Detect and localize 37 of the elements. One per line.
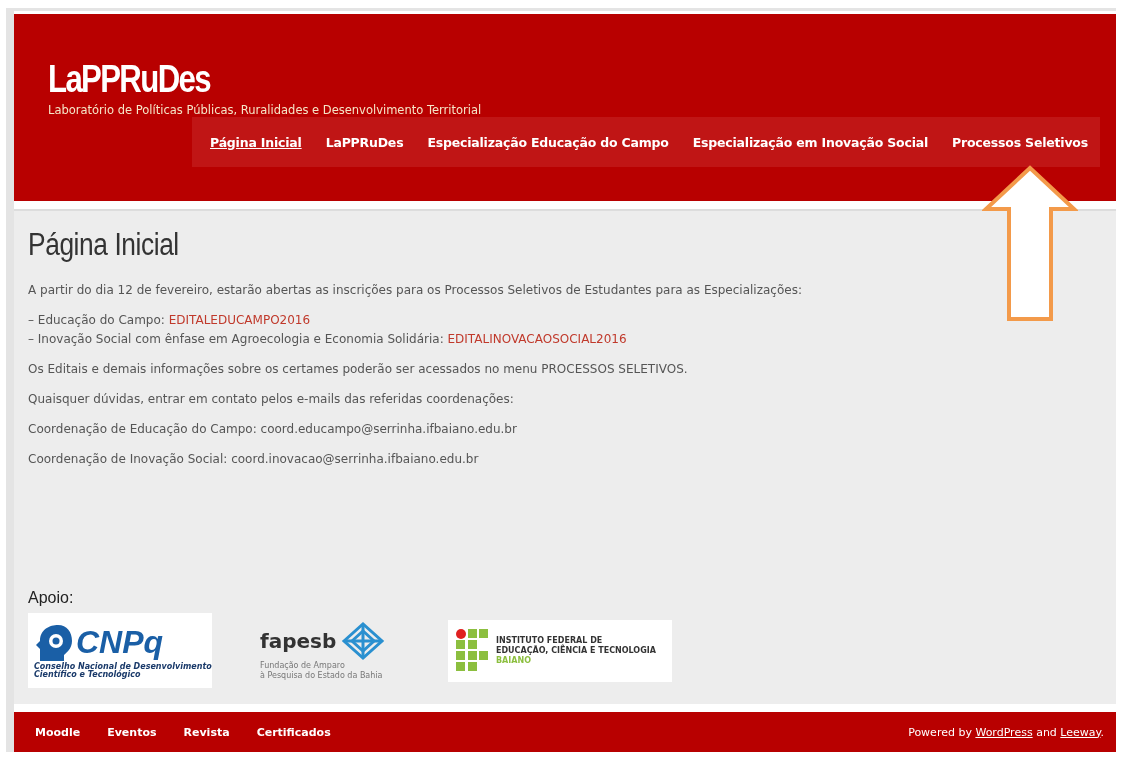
logo-caption: EDUCAÇÃO, CIÊNCIA E TECNOLOGIA <box>496 645 656 656</box>
logo-caption: Fundação de Amparo <box>260 660 345 671</box>
paragraph: – Educação do Campo: EDITALEDUCAMPO2016 <box>28 312 312 329</box>
logo-caption: Conselho Nacional de Desenvolvimento <box>34 662 212 671</box>
paragraph: Coordenação de Educação do Campo: coord.educampo@serrinha.ifbaiano.edu.br <box>28 421 518 438</box>
site-title[interactable]: LaPPRuDes <box>48 58 210 101</box>
logo-name: fapesb <box>260 628 337 653</box>
nav-link[interactable]: Processos Seletivos <box>940 134 1100 150</box>
logo-caption: à Pesquisa do Estado da Bahia <box>260 670 383 681</box>
head-icon <box>34 622 74 663</box>
nav-link[interactable]: Página Inicial <box>198 134 314 150</box>
logo-name: CNPq <box>76 624 164 661</box>
grid-icon <box>456 628 488 673</box>
document-link[interactable]: EDITALEDUCAMPO2016 <box>168 313 311 327</box>
footer-link[interactable]: Eventos <box>107 725 157 739</box>
logo-caption: BAIANO <box>496 655 532 666</box>
page-heading: Página Inicial <box>28 227 180 263</box>
paragraph: Os Editais e demais informações sobre os certames poderão ser acessados no menu PROCESSOS SELETIVOS. <box>28 361 689 378</box>
support-label: Apoio: <box>28 589 75 607</box>
logo-caption: Científico e Tecnológico <box>34 670 141 679</box>
nav-link[interactable]: LaPPRuDes <box>313 134 416 150</box>
credit-text: Powered by WordPress and Leeway. <box>908 725 1104 739</box>
logo-caption: INSTITUTO FEDERAL DE <box>496 635 604 645</box>
lattice-icon <box>340 620 387 661</box>
paragraph: Coordenação de Inovação Social: coord.inovacao@serrinha.ifbaiano.edu.br <box>28 451 480 468</box>
nav-link[interactable]: Especialização em Inovação Social <box>680 134 941 150</box>
credit-link[interactable]: Leeway <box>1060 725 1101 739</box>
paragraph: – Inovação Social com ênfase em Agroecologia e Economia Solidária: EDITALINOVACAOSOCIAL2016 <box>28 331 628 348</box>
footer-link[interactable]: Certificados <box>256 725 331 739</box>
footer-link[interactable]: Moodle <box>35 725 81 739</box>
document-link[interactable]: EDITALINOVACAOSOCIAL2016 <box>447 332 627 346</box>
site-tagline: Laboratório de Políticas Públicas, Ruralidades e Desenvolvimento Territorial <box>48 103 483 117</box>
nav-link[interactable]: Especialização Educação do Campo <box>415 134 681 150</box>
paragraph: Quaisquer dúvidas, entrar em contato pelos e-mails das referidas coordenações: <box>28 391 515 408</box>
paragraph: A partir do dia 12 de fevereiro, estarão abertas as inscrições para os Processos Seletivos de Estudantes para as Especializações: <box>28 282 803 299</box>
credit-link[interactable]: WordPress <box>975 725 1033 739</box>
footer-link[interactable]: Revista <box>183 725 230 739</box>
